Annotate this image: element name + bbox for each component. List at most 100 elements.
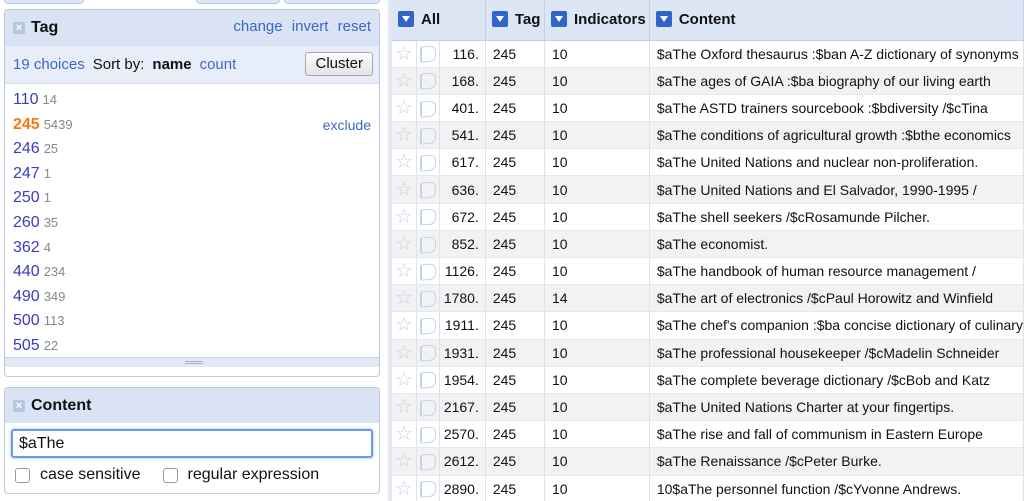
content-cell[interactable]: $aThe Renaissance /$cPeter Burke. — [649, 447, 1024, 476]
sort-count-option[interactable]: count — [200, 56, 237, 73]
indicators-cell[interactable]: 10 — [544, 67, 650, 95]
content-cell[interactable]: $aThe ages of GAIA :$ba biography of our… — [649, 67, 1024, 95]
close-icon[interactable]: × — [13, 399, 25, 412]
star-cell[interactable]: ☆ — [392, 420, 417, 449]
flag-icon[interactable] — [419, 263, 436, 281]
flag-cell[interactable] — [416, 230, 440, 259]
content-cell[interactable]: $aThe United Nations and nuclear non-pro… — [649, 148, 1024, 177]
content-cell[interactable]: $aThe rise and fall of communism in East… — [649, 420, 1024, 449]
choice-name[interactable]: 440 — [13, 263, 40, 280]
star-cell[interactable]: ☆ — [392, 393, 417, 422]
facet-choice[interactable]: 505 22 — [5, 334, 379, 359]
star-cell[interactable]: ☆ — [392, 339, 417, 367]
star-icon[interactable]: ☆ — [395, 342, 413, 364]
facet-choice[interactable]: 247 1 — [5, 162, 379, 187]
star-cell[interactable]: ☆ — [392, 40, 417, 68]
content-cell[interactable]: $aThe United Nations Charter at your fin… — [649, 393, 1024, 422]
table-row[interactable]: ☆ 116. 245 10 $aThe Oxford thesaurus :$ban A… — [392, 40, 1024, 68]
star-icon[interactable]: ☆ — [395, 287, 413, 309]
flag-icon[interactable] — [419, 99, 436, 118]
indicators-cell[interactable]: 10 — [544, 203, 650, 231]
star-cell[interactable]: ☆ — [392, 257, 417, 286]
star-icon[interactable]: ☆ — [395, 450, 413, 472]
tag-cell[interactable]: 245 — [485, 40, 545, 68]
indicators-cell[interactable]: 10 — [544, 339, 650, 367]
facet-choice[interactable]: 260 35 — [5, 211, 379, 236]
table-row[interactable]: ☆ 852. 245 10 $aThe economist. — [392, 230, 1024, 259]
column-header-tag[interactable]: Tag — [485, 0, 545, 41]
tag-cell[interactable]: 245 — [485, 393, 545, 422]
flag-icon[interactable] — [419, 208, 436, 227]
choice-name[interactable]: 362 — [13, 239, 40, 256]
choice-name[interactable]: 247 — [13, 165, 40, 182]
star-icon[interactable]: ☆ — [395, 179, 413, 201]
table-row[interactable]: ☆ 636. 245 10 $aThe United Nations and El Sa… — [392, 175, 1024, 204]
choice-name[interactable]: 505 — [13, 337, 40, 354]
tag-cell[interactable]: 245 — [485, 475, 545, 501]
flag-icon[interactable] — [419, 371, 436, 390]
tag-cell[interactable]: 245 — [485, 121, 545, 150]
star-cell[interactable]: ☆ — [392, 121, 417, 150]
indicators-cell[interactable]: 10 — [544, 475, 650, 501]
indicators-cell[interactable]: 10 — [544, 94, 650, 123]
cluster-button[interactable]: Cluster — [305, 52, 373, 76]
tag-cell[interactable]: 245 — [485, 175, 545, 204]
facet-choice[interactable]: 362 4 — [5, 236, 379, 261]
indicators-cell[interactable]: 10 — [544, 175, 650, 204]
flag-cell[interactable] — [416, 67, 440, 95]
case-sensitive-option[interactable]: case sensitive — [15, 466, 141, 484]
exclude-link[interactable]: exclude — [323, 113, 371, 138]
choice-name[interactable]: 500 — [13, 312, 40, 329]
tag-cell[interactable]: 245 — [485, 94, 545, 123]
facet-choice-selected[interactable]: 245 5439 exclude — [5, 113, 379, 138]
indicators-cell[interactable]: 14 — [544, 284, 650, 313]
tag-cell[interactable]: 245 — [485, 148, 545, 177]
facet-choice[interactable]: 440 234 — [5, 260, 379, 285]
star-cell[interactable]: ☆ — [392, 94, 417, 123]
choice-name[interactable]: 245 — [13, 116, 40, 133]
content-cell[interactable]: $aThe economist. — [649, 230, 1024, 259]
case-sensitive-checkbox[interactable] — [15, 467, 30, 483]
table-row[interactable]: ☆ 1911. 245 10 $aThe chef's companion :$ba c… — [392, 311, 1024, 340]
indicators-cell[interactable]: 10 — [544, 40, 650, 68]
star-cell[interactable]: ☆ — [392, 475, 417, 501]
star-cell[interactable]: ☆ — [392, 148, 417, 177]
flag-icon[interactable] — [419, 181, 436, 199]
regex-option[interactable]: regular expression — [162, 466, 319, 484]
flag-icon[interactable] — [419, 127, 436, 145]
indicators-cell[interactable]: 10 — [544, 447, 650, 476]
table-row[interactable]: ☆ 2612. 245 10 $aThe Renaissance /$cPeter Bu… — [392, 447, 1024, 476]
flag-cell[interactable] — [416, 366, 440, 394]
star-icon[interactable]: ☆ — [395, 151, 413, 173]
tag-cell[interactable]: 245 — [485, 447, 545, 476]
content-cell[interactable]: $aThe art of electronics /$cPaul Horowit… — [649, 284, 1024, 313]
dropdown-icon[interactable] — [491, 11, 508, 28]
close-icon[interactable]: × — [13, 21, 25, 34]
flag-icon[interactable] — [419, 235, 436, 254]
choice-name[interactable]: 246 — [13, 140, 40, 157]
flag-cell[interactable] — [416, 284, 440, 313]
star-icon[interactable]: ☆ — [395, 70, 413, 92]
invert-link[interactable]: invert — [292, 18, 329, 35]
change-link[interactable]: change — [233, 18, 282, 35]
dropdown-icon[interactable] — [655, 11, 672, 28]
table-row[interactable]: ☆ 1931. 245 10 $aThe professional housekeepe… — [392, 339, 1024, 367]
facet-choice[interactable]: 110 14 — [5, 88, 379, 113]
flag-cell[interactable] — [416, 148, 440, 177]
star-cell[interactable]: ☆ — [392, 175, 417, 204]
tag-cell[interactable]: 245 — [485, 311, 545, 340]
facet-choice[interactable]: 490 349 — [5, 285, 379, 310]
indicators-cell[interactable]: 10 — [544, 366, 650, 394]
star-cell[interactable]: ☆ — [392, 203, 417, 231]
star-cell[interactable]: ☆ — [392, 366, 417, 394]
table-row[interactable]: ☆ 1780. 245 14 $aThe art of electronics /$cP… — [392, 284, 1024, 313]
table-row[interactable]: ☆ 168. 245 10 $aThe ages of GAIA :$ba biogra… — [392, 67, 1024, 95]
flag-cell[interactable] — [416, 393, 440, 422]
flag-cell[interactable] — [416, 203, 440, 231]
content-cell[interactable]: $aThe handbook of human resource managem… — [649, 257, 1024, 286]
content-cell[interactable]: $aThe United Nations and El Salvador, 19… — [649, 175, 1024, 204]
flag-cell[interactable] — [416, 257, 440, 286]
flag-cell[interactable] — [416, 121, 440, 150]
table-row[interactable]: ☆ 401. 245 10 $aThe ASTD trainers sourcebook… — [392, 94, 1024, 123]
dropdown-icon[interactable] — [398, 11, 414, 28]
